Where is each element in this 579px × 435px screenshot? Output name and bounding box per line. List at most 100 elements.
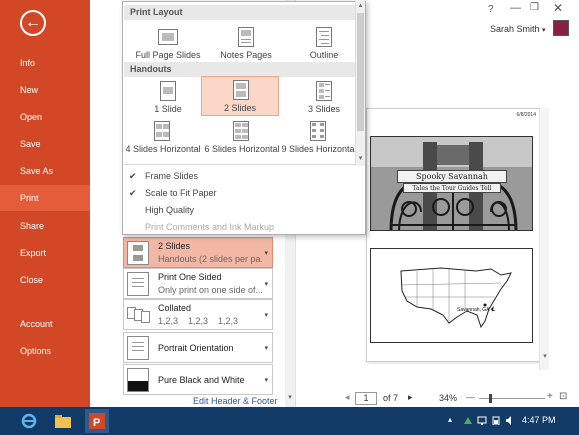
- chevron-down-icon: ▾: [542, 27, 546, 34]
- color-mode-dropdown[interactable]: Pure Black and White ▾: [123, 364, 273, 395]
- sidebar-item-new[interactable]: New: [0, 77, 90, 103]
- checkmark-icon: ✔: [129, 171, 137, 181]
- color-mode-title: Pure Black and White: [158, 375, 245, 385]
- black-and-white-icon: [127, 368, 149, 392]
- gallery-scrollbar[interactable]: ▴ ▾: [355, 1, 365, 166]
- scroll-down-icon[interactable]: ▾: [356, 154, 365, 162]
- handout-1-slide[interactable]: 1 Slide: [129, 78, 207, 118]
- sidebar-item-save[interactable]: Save: [0, 131, 90, 157]
- avatar[interactable]: [553, 20, 569, 36]
- sidebar-item-print[interactable]: Print: [0, 185, 90, 211]
- backstage-sidebar: ← Info New Open Save Save As Print Share…: [0, 0, 90, 407]
- user-account-name[interactable]: Sarah Smith ▾: [490, 24, 546, 34]
- scroll-up-icon[interactable]: ▴: [356, 1, 365, 9]
- collation-title: Collated: [158, 303, 192, 313]
- zoom-out-button[interactable]: —: [466, 392, 475, 402]
- sidebar-item-export[interactable]: Export: [0, 240, 90, 266]
- gallery-scroll-thumb[interactable]: [357, 13, 364, 131]
- sidebar-item-save-as[interactable]: Save As: [0, 158, 90, 184]
- next-page-button[interactable]: ▸: [408, 392, 413, 403]
- handouts-header: Handouts: [124, 62, 355, 77]
- handout-2-slides-icon: [127, 241, 149, 265]
- page-navigation: ◂ 1 of 7 ▸ 34% — + ⊡: [345, 391, 575, 406]
- notes-page-icon: [238, 27, 254, 47]
- zoom-slider-thumb[interactable]: [489, 394, 492, 403]
- option-frame-slides[interactable]: ✔ Frame Slides: [129, 168, 198, 184]
- option-label: Scale to Fit Paper: [145, 188, 217, 198]
- sidebar-item-open[interactable]: Open: [0, 104, 90, 130]
- zoom-in-button[interactable]: +: [547, 391, 553, 402]
- us-map-drawing: [400, 267, 512, 329]
- slide1-subtitle: Tales the Tour Guides Tell: [403, 183, 501, 193]
- collation-subtitle: 1,2,3 1,2,3 1,2,3: [158, 316, 239, 326]
- handout-9-slides-horizontal[interactable]: 9 Slides Horizontal: [279, 118, 359, 158]
- outline-icon: [316, 27, 332, 47]
- previous-page-button[interactable]: ◂: [345, 392, 350, 403]
- sidebar-item-share[interactable]: Share: [0, 213, 90, 239]
- chevron-down-icon: ▾: [264, 377, 268, 384]
- internet-explorer-icon[interactable]: [20, 412, 40, 430]
- restore-button[interactable]: ❐: [530, 2, 539, 13]
- gallery-item-label: 4 Slides Horizontal: [125, 144, 201, 154]
- taskbar-clock[interactable]: 4:47 PM: [522, 415, 556, 425]
- volume-icon[interactable]: [505, 416, 515, 425]
- page-header-date: 6/8/2014: [516, 112, 536, 118]
- print-sides-dropdown[interactable]: Print One Sided Only print on one side o…: [123, 268, 273, 299]
- collated-icon: [127, 303, 150, 327]
- checkmark-icon: ✔: [129, 188, 137, 198]
- handout-3-slides[interactable]: 3 Slides: [285, 78, 363, 118]
- print-layout-dropdown[interactable]: 2 Slides Handouts (2 slides per pa... ▾: [123, 237, 273, 268]
- sidebar-item-info[interactable]: Info: [0, 50, 90, 76]
- sidebar-item-account[interactable]: Account: [0, 311, 90, 337]
- sides-subtitle: Only print on one side of...: [158, 285, 262, 295]
- one-sided-page-icon: [127, 272, 149, 296]
- layout-full-page-slides[interactable]: Full Page Slides: [129, 24, 207, 64]
- sidebar-item-close[interactable]: Close: [0, 267, 90, 293]
- layout-subtitle: Handouts (2 slides per pa...: [158, 254, 262, 264]
- layout-outline[interactable]: Outline: [285, 24, 363, 64]
- gallery-item-label: 9 Slides Horizontal: [281, 144, 357, 154]
- handout-2-slides[interactable]: 2 Slides: [201, 76, 279, 116]
- page-number-input[interactable]: 1: [355, 392, 377, 405]
- fit-to-window-icon[interactable]: ⊡: [559, 391, 567, 402]
- handout-2-slides-icon: [233, 80, 249, 100]
- layout-notes-pages[interactable]: Notes Pages: [207, 24, 285, 64]
- gallery-item-label: Notes Pages: [220, 50, 272, 60]
- handout-4-slides-icon: [154, 121, 170, 141]
- option-scale-to-fit[interactable]: ✔ Scale to Fit Paper: [129, 185, 217, 201]
- scroll-down-icon[interactable]: ▾: [286, 393, 294, 403]
- help-button[interactable]: ?: [488, 4, 494, 15]
- network-icon[interactable]: [477, 416, 487, 425]
- battery-icon[interactable]: [491, 416, 501, 426]
- file-explorer-icon[interactable]: [53, 412, 73, 430]
- chevron-down-icon: ▾: [264, 345, 268, 352]
- gallery-item-label: Outline: [309, 50, 339, 60]
- svg-text:P: P: [93, 417, 100, 429]
- preview-slide-1: Spooky Savannah Tales the Tour Guides Te…: [370, 136, 533, 231]
- handout-6-slides-icon: [233, 121, 249, 141]
- handout-6-slides-horizontal[interactable]: 6 Slides Horizontal: [202, 118, 282, 158]
- layout-title: 2 Slides: [158, 241, 191, 251]
- handout-4-slides-horizontal[interactable]: 4 Slides Horizontal: [123, 118, 203, 158]
- sidebar-item-options[interactable]: Options: [0, 338, 90, 364]
- orientation-dropdown[interactable]: Portrait Orientation ▾: [123, 332, 273, 363]
- option-high-quality[interactable]: High Quality: [129, 202, 194, 218]
- preview-scrollbar[interactable]: ▾: [539, 108, 549, 370]
- option-label: Frame Slides: [145, 171, 199, 181]
- page-count-label: of 7: [383, 393, 399, 403]
- collation-dropdown[interactable]: Collated 1,2,3 1,2,3 1,2,3 ▾: [123, 299, 273, 330]
- preview-slide-2: Savannah, GA: [370, 248, 533, 343]
- handout-1-slide-icon: [160, 81, 176, 101]
- edit-header-footer-link[interactable]: Edit Header & Footer: [193, 396, 278, 406]
- back-arrow-icon[interactable]: ←: [20, 10, 46, 36]
- gallery-item-label: 3 Slides: [307, 104, 341, 114]
- close-window-button[interactable]: ✕: [553, 1, 563, 15]
- scroll-down-icon[interactable]: ▾: [541, 352, 549, 360]
- minimize-button[interactable]: —: [510, 2, 521, 14]
- gallery-item-label: Full Page Slides: [135, 50, 201, 60]
- zoom-slider[interactable]: [479, 394, 545, 403]
- powerpoint-taskbar-button[interactable]: P: [85, 409, 109, 433]
- gallery-divider: [124, 164, 355, 165]
- action-center-icon[interactable]: [463, 416, 473, 425]
- tray-expand-icon[interactable]: ▴: [448, 415, 452, 424]
